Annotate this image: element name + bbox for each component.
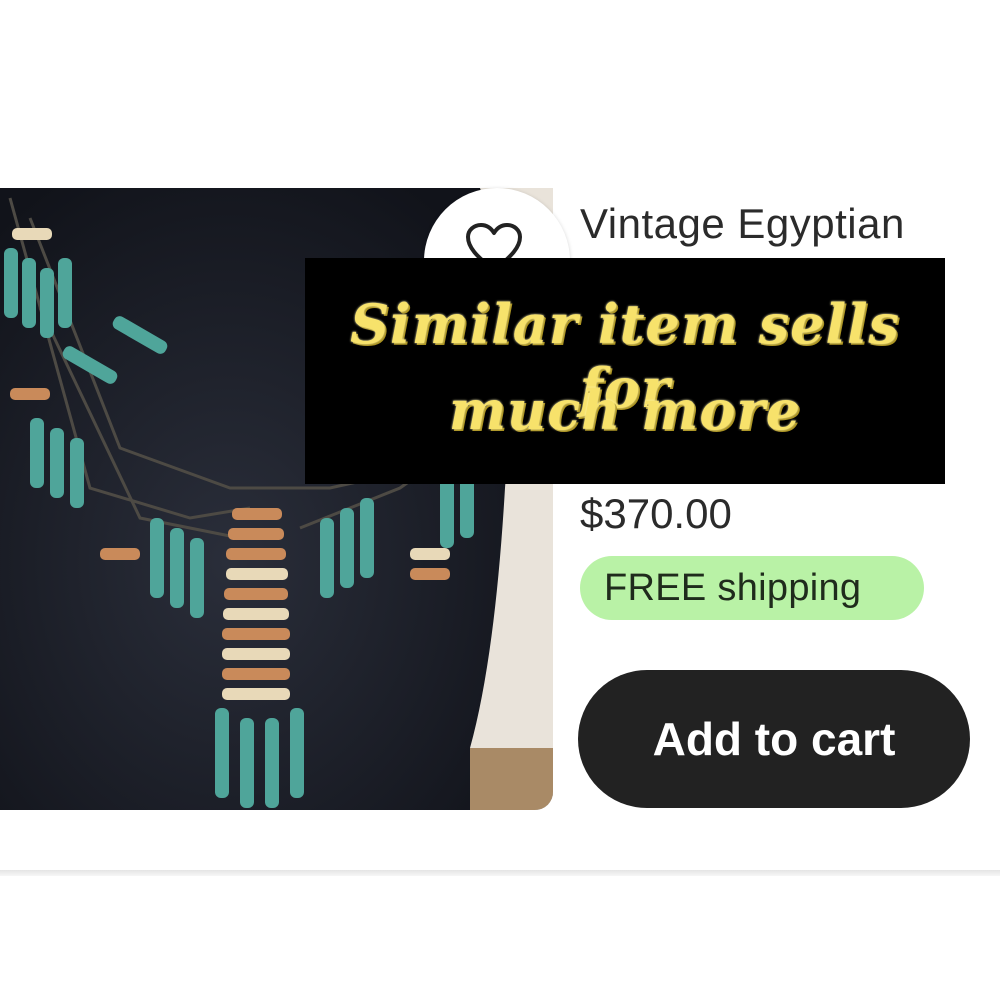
listing-card[interactable]: Vintage Egyptian $370.00 FREE shipping A…: [0, 0, 1000, 872]
free-shipping-label: FREE shipping: [604, 567, 862, 609]
add-to-cart-button[interactable]: Add to cart: [578, 670, 970, 808]
promo-overlay-banner: Similar item sells for much more: [305, 258, 945, 484]
card-divider: [0, 870, 1000, 876]
add-to-cart-label: Add to cart: [652, 713, 896, 765]
listing-page: Vintage Egyptian $370.00 FREE shipping A…: [0, 0, 1000, 1000]
listing-price: $370.00: [580, 490, 732, 537]
listing-title[interactable]: Vintage Egyptian: [580, 196, 1000, 252]
free-shipping-badge: FREE shipping: [580, 556, 924, 620]
promo-overlay-line-2: much more: [448, 378, 802, 442]
